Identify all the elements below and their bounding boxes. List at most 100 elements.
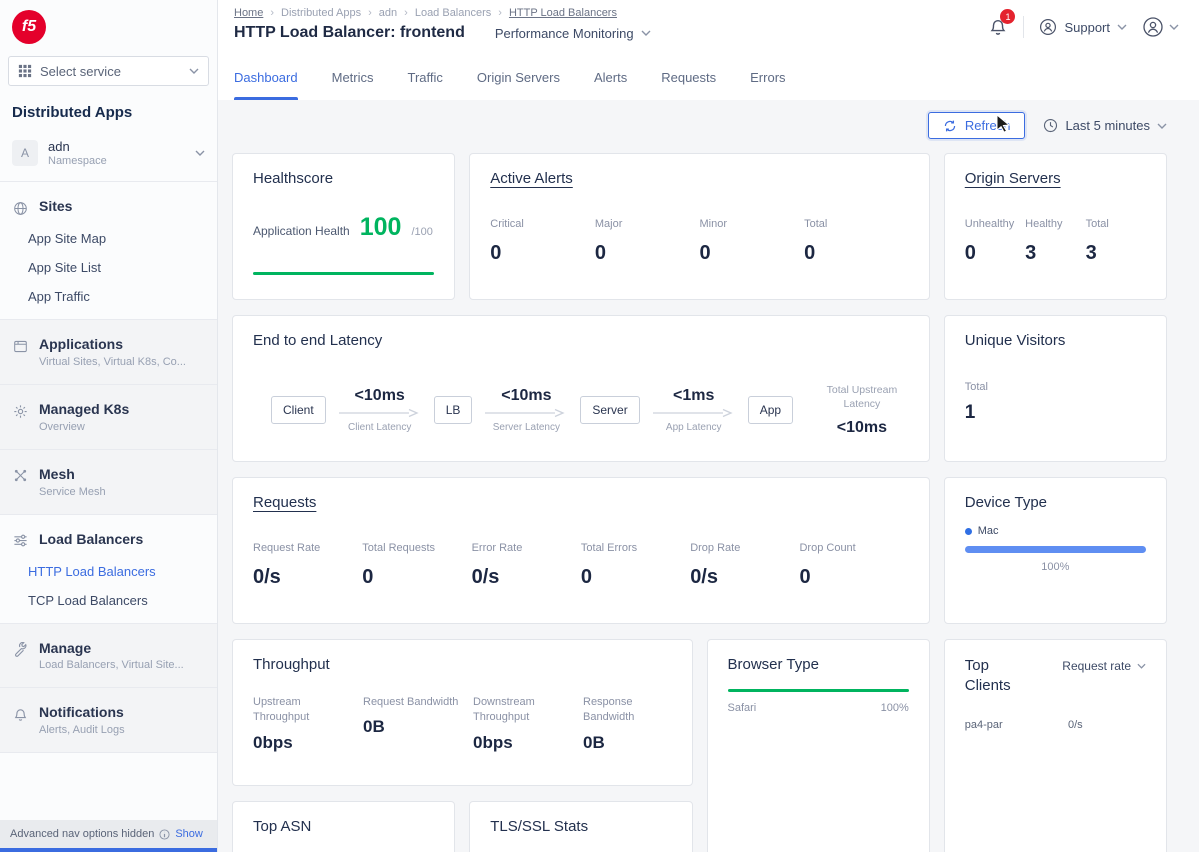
latency-flow: Client <10ms Client Latency LB <10ms Ser… bbox=[271, 383, 909, 437]
metric-value: 0 bbox=[799, 566, 902, 589]
sidebar-item-manage[interactable]: Manage Load Balancers, Virtual Site... bbox=[0, 632, 217, 680]
namespace-type-label: Namespace bbox=[48, 155, 107, 167]
service-selector[interactable]: Select service bbox=[8, 56, 209, 86]
breadcrumb-http-load-balancers[interactable]: HTTP Load Balancers bbox=[509, 7, 617, 19]
metric-value: 0 bbox=[362, 566, 465, 589]
refresh-icon bbox=[943, 119, 957, 133]
support-icon bbox=[1039, 18, 1057, 36]
tab-dashboard[interactable]: Dashboard bbox=[234, 70, 298, 100]
healthscore-value: 100 bbox=[360, 213, 402, 242]
app-grid-icon bbox=[18, 64, 32, 78]
time-range-dropdown[interactable]: Last 5 minutes bbox=[1043, 118, 1167, 133]
tab-metrics[interactable]: Metrics bbox=[332, 70, 374, 100]
card-device-type: Device Type Mac 100% bbox=[944, 477, 1167, 624]
device-type-bar bbox=[965, 546, 1146, 553]
metric-total: Total 3 bbox=[1086, 217, 1146, 265]
sidebar-item-app-site-list[interactable]: App Site List bbox=[0, 253, 217, 282]
notification-badge: 1 bbox=[1000, 9, 1015, 24]
sidebar: f5 Select service Distributed Apps A adn… bbox=[0, 0, 218, 852]
metric-total-errors: Total Errors 0 bbox=[581, 541, 690, 589]
arrow-right-icon bbox=[337, 407, 423, 419]
legend-label: Mac bbox=[978, 525, 999, 537]
metric-value: 0bps bbox=[253, 733, 351, 753]
metric-major: Major 0 bbox=[595, 217, 700, 265]
metric-total: Total 0 bbox=[804, 217, 909, 265]
sidebar-item-app-traffic[interactable]: App Traffic bbox=[0, 282, 217, 311]
top-bar: Home Distributed Apps adn Load Balancers… bbox=[218, 0, 1199, 56]
support-menu[interactable]: Support bbox=[1039, 18, 1127, 36]
sidebar-item-managed-k8s[interactable]: Managed K8s Overview bbox=[0, 393, 217, 441]
breadcrumb-load-balancers[interactable]: Load Balancers bbox=[415, 7, 509, 19]
metric-minor: Minor 0 bbox=[700, 217, 805, 265]
sidebar-item-mesh[interactable]: Mesh Service Mesh bbox=[0, 458, 217, 506]
hop-label: App Latency bbox=[666, 422, 722, 433]
tab-traffic[interactable]: Traffic bbox=[408, 70, 443, 100]
card-title: Unique Visitors bbox=[965, 332, 1146, 349]
sidebar-item-tcp-load-balancers[interactable]: TCP Load Balancers bbox=[0, 586, 217, 615]
breadcrumb-home[interactable]: Home bbox=[234, 7, 281, 19]
metric-downstream-throughput: Downstream Throughput 0bps bbox=[473, 695, 583, 753]
divider bbox=[1023, 16, 1024, 38]
metric-label: Downstream Throughput bbox=[473, 695, 571, 726]
nav-group-load-balancers: Load Balancers HTTP Load Balancers TCP L… bbox=[0, 515, 217, 624]
sidebar-scroll-bar[interactable] bbox=[0, 848, 217, 852]
top-clients-sort-dropdown[interactable]: Request rate bbox=[1062, 659, 1146, 673]
sidebar-item-subtitle: Load Balancers, Virtual Site... bbox=[39, 659, 184, 671]
metric-value: 0bps bbox=[473, 733, 571, 753]
clock-icon bbox=[1043, 118, 1058, 133]
load-balancer-icon bbox=[12, 533, 28, 549]
breadcrumb-adn[interactable]: adn bbox=[379, 7, 415, 19]
sidebar-item-sites[interactable]: Sites bbox=[0, 190, 217, 224]
card-title[interactable]: Requests bbox=[253, 494, 909, 511]
metric-label: Upstream Throughput bbox=[253, 695, 351, 726]
nav-group-sites: Sites App Site Map App Site List App Tra… bbox=[0, 182, 217, 320]
metric-value: 3 bbox=[1025, 242, 1079, 265]
breadcrumb-distributed-apps[interactable]: Distributed Apps bbox=[281, 7, 379, 19]
namespace-selector[interactable]: A adn Namespace bbox=[0, 131, 217, 182]
show-advanced-nav-link[interactable]: Show bbox=[175, 828, 203, 840]
tab-origin-servers[interactable]: Origin Servers bbox=[477, 70, 560, 100]
sidebar-item-notifications[interactable]: Notifications Alerts, Audit Logs bbox=[0, 696, 217, 744]
notifications-bell-button[interactable]: 1 bbox=[988, 17, 1008, 37]
arrow-right-icon bbox=[483, 407, 569, 419]
account-menu[interactable] bbox=[1142, 16, 1179, 38]
sidebar-item-app-site-map[interactable]: App Site Map bbox=[0, 224, 217, 253]
metric-total-requests: Total Requests 0 bbox=[362, 541, 471, 589]
chevron-down-icon bbox=[1169, 24, 1179, 30]
sidebar-item-applications[interactable]: Applications Virtual Sites, Virtual K8s,… bbox=[0, 328, 217, 376]
sidebar-item-label: Sites bbox=[39, 198, 72, 215]
card-title[interactable]: Origin Servers bbox=[965, 170, 1146, 187]
metric-label: Error Rate bbox=[472, 541, 575, 556]
top-clients-row: pa4-par 0/s bbox=[965, 719, 1146, 731]
namespace-name: adn bbox=[48, 139, 107, 155]
metric-label: Total Requests bbox=[362, 541, 465, 556]
unique-visitors-value: 1 bbox=[965, 402, 1146, 424]
client-rate: 0/s bbox=[1068, 719, 1146, 731]
latency-node-app: App bbox=[748, 396, 793, 424]
hop-value: <1ms bbox=[673, 387, 714, 405]
refresh-button[interactable]: Refresh bbox=[928, 112, 1026, 139]
mesh-network-icon bbox=[12, 468, 28, 484]
tab-requests[interactable]: Requests bbox=[661, 70, 716, 100]
latency-node-client: Client bbox=[271, 396, 326, 424]
advanced-nav-text: Advanced nav options hidden bbox=[10, 828, 154, 840]
card-top-asn: Top ASN ASN % Requests bbox=[232, 801, 455, 852]
monitoring-mode-dropdown[interactable]: Performance Monitoring bbox=[495, 26, 651, 41]
tab-errors[interactable]: Errors bbox=[750, 70, 785, 100]
sidebar-item-http-load-balancers[interactable]: HTTP Load Balancers bbox=[0, 557, 217, 586]
metric-request-bandwidth: Request Bandwidth 0B bbox=[363, 695, 473, 753]
sidebar-item-subtitle: Virtual Sites, Virtual K8s, Co... bbox=[39, 356, 186, 368]
window-icon bbox=[12, 338, 28, 354]
throughput-metrics: Upstream Throughput 0bps Request Bandwid… bbox=[253, 695, 672, 753]
hop-value: <10ms bbox=[501, 387, 551, 405]
sidebar-item-load-balancers[interactable]: Load Balancers bbox=[0, 523, 217, 557]
metric-unhealthy: Unhealthy 0 bbox=[965, 217, 1025, 265]
tab-alerts[interactable]: Alerts bbox=[594, 70, 627, 100]
topbar-left: Home Distributed Apps adn Load Balancers… bbox=[234, 7, 651, 42]
sidebar-item-subtitle: Service Mesh bbox=[39, 486, 106, 498]
metric-label: Unhealthy bbox=[965, 217, 1019, 232]
metric-response-bandwidth: Response Bandwidth 0B bbox=[583, 695, 693, 753]
info-icon[interactable] bbox=[159, 829, 170, 840]
card-title[interactable]: Active Alerts bbox=[490, 170, 909, 187]
unique-visitors-label: Total bbox=[965, 381, 1146, 393]
